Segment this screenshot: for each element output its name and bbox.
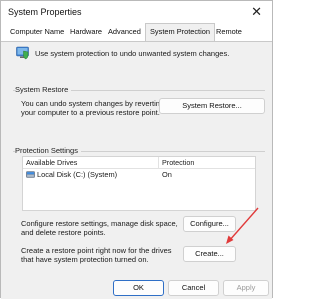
tab-strip: Computer Name Hardware Advanced System P… [1, 23, 272, 42]
create-desc-line2: that have system protection turned on. [21, 255, 149, 264]
restore-desc-line1: You can undo system changes by reverting [21, 99, 165, 108]
close-icon[interactable]: ✕ [251, 4, 262, 20]
window-title: System Properties [8, 7, 82, 17]
column-header-available-drives[interactable]: Available Drives [26, 158, 77, 167]
title-bar: System Properties ✕ [1, 1, 272, 23]
tab-advanced[interactable]: Advanced [108, 27, 141, 36]
create-desc-line1: Create a restore point right now for the… [21, 246, 172, 255]
drive-protection-status: On [162, 170, 172, 179]
system-shield-icon [16, 46, 29, 60]
system-restore-button[interactable]: System Restore... [159, 98, 265, 114]
tab-system-protection[interactable]: System Protection [145, 23, 215, 41]
drives-list[interactable]: Available Drives Protection Local Disk (… [22, 156, 256, 211]
configure-button[interactable]: Configure... [183, 216, 236, 232]
table-row[interactable]: Local Disk (C:) (System) On [23, 169, 255, 180]
create-button[interactable]: Create... [183, 246, 236, 262]
configure-desc-line1: Configure restore settings, manage disk … [21, 219, 178, 228]
system-restore-group-label: System Restore [15, 85, 72, 94]
restore-desc-line2: your computer to a previous restore poin… [21, 108, 160, 117]
cancel-button[interactable]: Cancel [168, 280, 219, 296]
protection-settings-group-label: Protection Settings [15, 146, 81, 155]
tab-remote[interactable]: Remote [216, 27, 242, 36]
drive-name: Local Disk (C:) (System) [37, 170, 118, 179]
tab-computer-name[interactable]: Computer Name [10, 27, 64, 36]
ok-button[interactable]: OK [113, 280, 164, 296]
tab-hardware[interactable]: Hardware [70, 27, 102, 36]
intro-text: Use system protection to undo unwanted s… [35, 49, 230, 58]
drives-list-header: Available Drives Protection [23, 157, 255, 169]
system-properties-window: System Properties ✕ Computer Name Hardwa… [0, 0, 273, 299]
configure-desc-line2: and delete restore points. [21, 228, 106, 237]
column-divider[interactable] [158, 157, 159, 168]
column-header-protection[interactable]: Protection [162, 158, 194, 167]
drive-icon [26, 171, 35, 178]
dialog-footer: OK Cancel Apply [1, 278, 272, 299]
apply-button[interactable]: Apply [223, 280, 269, 296]
